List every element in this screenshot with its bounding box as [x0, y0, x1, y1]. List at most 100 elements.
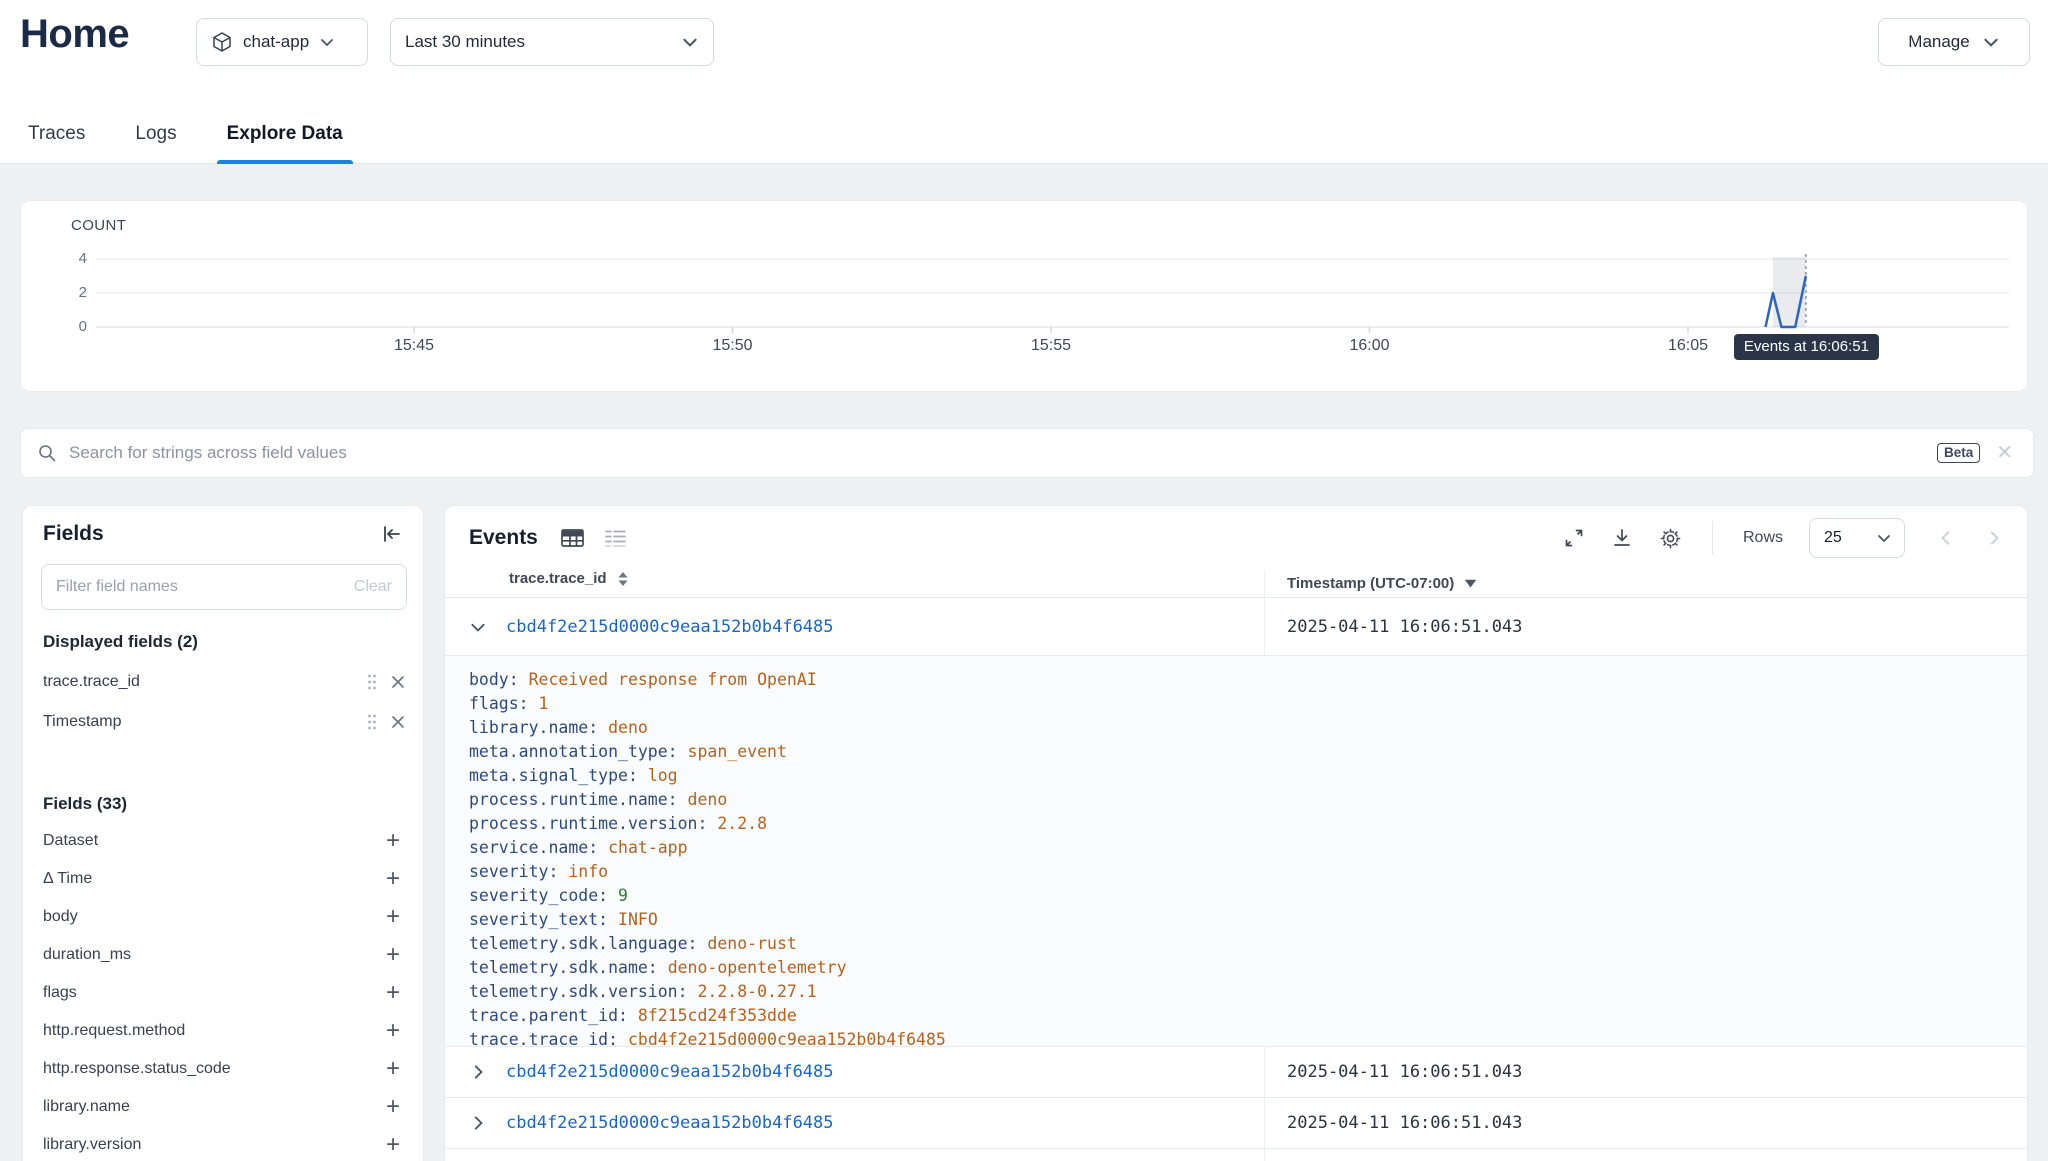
manage-button-label: Manage — [1908, 32, 1969, 52]
gear-icon[interactable] — [1659, 527, 1682, 550]
field-row: http.response.status_code + — [23, 1050, 423, 1088]
field-label: Δ Time — [43, 870, 92, 888]
close-icon[interactable]: ✕ — [1992, 443, 2017, 463]
add-field-button[interactable]: + — [381, 1095, 405, 1119]
detail-line: meta.annotation_type: span_event — [469, 740, 2027, 764]
expand-row-icon[interactable] — [469, 1047, 487, 1097]
time-range-label: Last 30 minutes — [405, 32, 525, 52]
displayed-field-row: trace.trace_id — [23, 662, 423, 702]
tab-bar: Traces Logs Explore Data — [0, 90, 2048, 164]
table-view-icon[interactable] — [560, 527, 585, 549]
chart-tooltip: Events at 16:06:51 — [1734, 334, 1879, 360]
detail-key: telemetry.sdk.name: — [469, 958, 668, 977]
displayed-field-label: trace.trace_id — [43, 673, 140, 691]
displayed-fields-header: Displayed fields (2) — [43, 632, 198, 652]
detail-key: trace.parent_id: — [469, 1006, 638, 1025]
detail-line: telemetry.sdk.name: deno-opentelemetry — [469, 956, 2027, 980]
add-field-button[interactable]: + — [381, 1019, 405, 1043]
detail-line: process.runtime.name: deno — [469, 788, 2027, 812]
add-field-button[interactable]: + — [381, 1057, 405, 1081]
detail-value: deno-rust — [707, 934, 796, 953]
add-field-button[interactable]: + — [381, 867, 405, 891]
filter-clear-button[interactable]: Clear — [354, 578, 392, 596]
detail-line: process.runtime.version: 2.2.8 — [469, 812, 2027, 836]
timestamp-value: 2025-04-11 16:06:51.043 — [1287, 1113, 1522, 1133]
drag-handle-icon[interactable] — [367, 674, 377, 690]
table-row[interactable]: cbd4f2e215d0000c9eaa152b0b4f6485 2025-04… — [445, 1098, 2027, 1149]
expand-row-icon[interactable] — [469, 1098, 487, 1148]
detail-key: body: — [469, 670, 529, 689]
add-field-button[interactable]: + — [381, 1133, 405, 1157]
tab-logs[interactable]: Logs — [131, 123, 180, 163]
detail-key: process.runtime.name: — [469, 790, 688, 809]
page-next-icon[interactable] — [1985, 529, 2003, 547]
collapse-row-icon[interactable] — [469, 598, 487, 655]
timestamp-cell: 2025-04-11 16:06:51.043 — [1264, 1047, 2027, 1097]
detail-line: flags: 1 — [469, 692, 2027, 716]
column-header-trace-label: trace.trace_id — [509, 570, 607, 587]
events-panel: Events — [444, 505, 2028, 1161]
download-icon[interactable] — [1611, 527, 1633, 549]
add-field-button[interactable]: + — [381, 981, 405, 1005]
table-row[interactable]: cbd4f2e215d0000c9eaa152b0b4f6485 2025-04… — [445, 598, 2027, 656]
detail-line: trace.parent_id: 8f215cd24f353dde — [469, 1004, 2027, 1028]
collapse-panel-icon[interactable] — [381, 524, 403, 544]
rows-per-page-select[interactable]: 25 — [1809, 518, 1905, 558]
detail-value: span_event — [688, 742, 787, 761]
search-input[interactable] — [69, 443, 1925, 463]
page-title: Home — [20, 12, 129, 57]
chevron-down-icon — [1982, 33, 2000, 51]
tab-traces[interactable]: Traces — [24, 123, 89, 163]
sort-icon[interactable] — [617, 571, 629, 587]
chart-x-tick-label: 16:05 — [1668, 337, 1708, 355]
column-header-trace-id[interactable]: trace.trace_id — [509, 570, 629, 587]
trace-id-link[interactable]: cbd4f2e215d0000c9eaa152b0b4f6485 — [506, 1062, 834, 1082]
drag-handle-icon[interactable] — [367, 714, 377, 730]
list-view-icon[interactable] — [603, 527, 628, 549]
toolbar-divider — [1712, 521, 1713, 555]
timestamp-cell — [1264, 1149, 2027, 1161]
tab-explore-data[interactable]: Explore Data — [223, 123, 347, 163]
field-row: duration_ms + — [23, 936, 423, 974]
field-label: duration_ms — [43, 946, 131, 964]
detail-key: library.name: — [469, 718, 608, 737]
detail-line: severity_code: 9 — [469, 884, 2027, 908]
top-bar: Home chat-app Last 30 minutes Manage — [0, 0, 2048, 90]
field-label: http.response.status_code — [43, 1060, 231, 1078]
detail-key: meta.annotation_type: — [469, 742, 688, 761]
remove-field-icon[interactable] — [391, 675, 405, 689]
resource-selector-label: chat-app — [243, 32, 309, 52]
events-count-chart[interactable] — [21, 201, 2029, 393]
filter-field-input[interactable] — [56, 578, 354, 596]
remove-field-icon[interactable] — [391, 715, 405, 729]
fields-panel-title: Fields — [43, 522, 104, 546]
events-header: Events — [445, 506, 2027, 570]
rows-per-page-value: 25 — [1824, 529, 1842, 547]
add-field-button[interactable]: + — [381, 905, 405, 929]
chart-y-tick-label: 4 — [47, 250, 87, 267]
detail-key: severity_code: — [469, 886, 618, 905]
detail-value: cbd4f2e215d0000c9eaa152b0b4f6485 — [628, 1030, 946, 1047]
chevron-down-icon — [319, 34, 335, 50]
field-row: Δ Time + — [23, 860, 423, 898]
resource-selector[interactable]: chat-app — [196, 18, 368, 66]
table-row[interactable] — [445, 1149, 2027, 1161]
column-header-timestamp[interactable]: Timestamp (UTC-07:00) — [1264, 570, 2027, 597]
trace-id-link[interactable]: cbd4f2e215d0000c9eaa152b0b4f6485 — [506, 1113, 834, 1133]
detail-value: 2.2.8 — [717, 814, 767, 833]
trace-id-link[interactable]: cbd4f2e215d0000c9eaa152b0b4f6485 — [506, 617, 834, 637]
add-field-button[interactable]: + — [381, 943, 405, 967]
detail-value: deno-opentelemetry — [668, 958, 847, 977]
manage-button[interactable]: Manage — [1878, 18, 2030, 66]
add-field-button[interactable]: + — [381, 829, 405, 853]
page-prev-icon[interactable] — [1937, 529, 1955, 547]
sort-desc-icon[interactable] — [1464, 579, 1477, 588]
time-range-selector[interactable]: Last 30 minutes — [390, 18, 714, 66]
detail-line: telemetry.sdk.language: deno-rust — [469, 932, 2027, 956]
detail-value: Received response from OpenAI — [529, 670, 817, 689]
table-row[interactable]: cbd4f2e215d0000c9eaa152b0b4f6485 2025-04… — [445, 1047, 2027, 1098]
detail-line: severity: info — [469, 860, 2027, 884]
cube-icon — [211, 31, 233, 53]
detail-key: severity_text: — [469, 910, 618, 929]
expand-icon[interactable] — [1563, 527, 1585, 549]
